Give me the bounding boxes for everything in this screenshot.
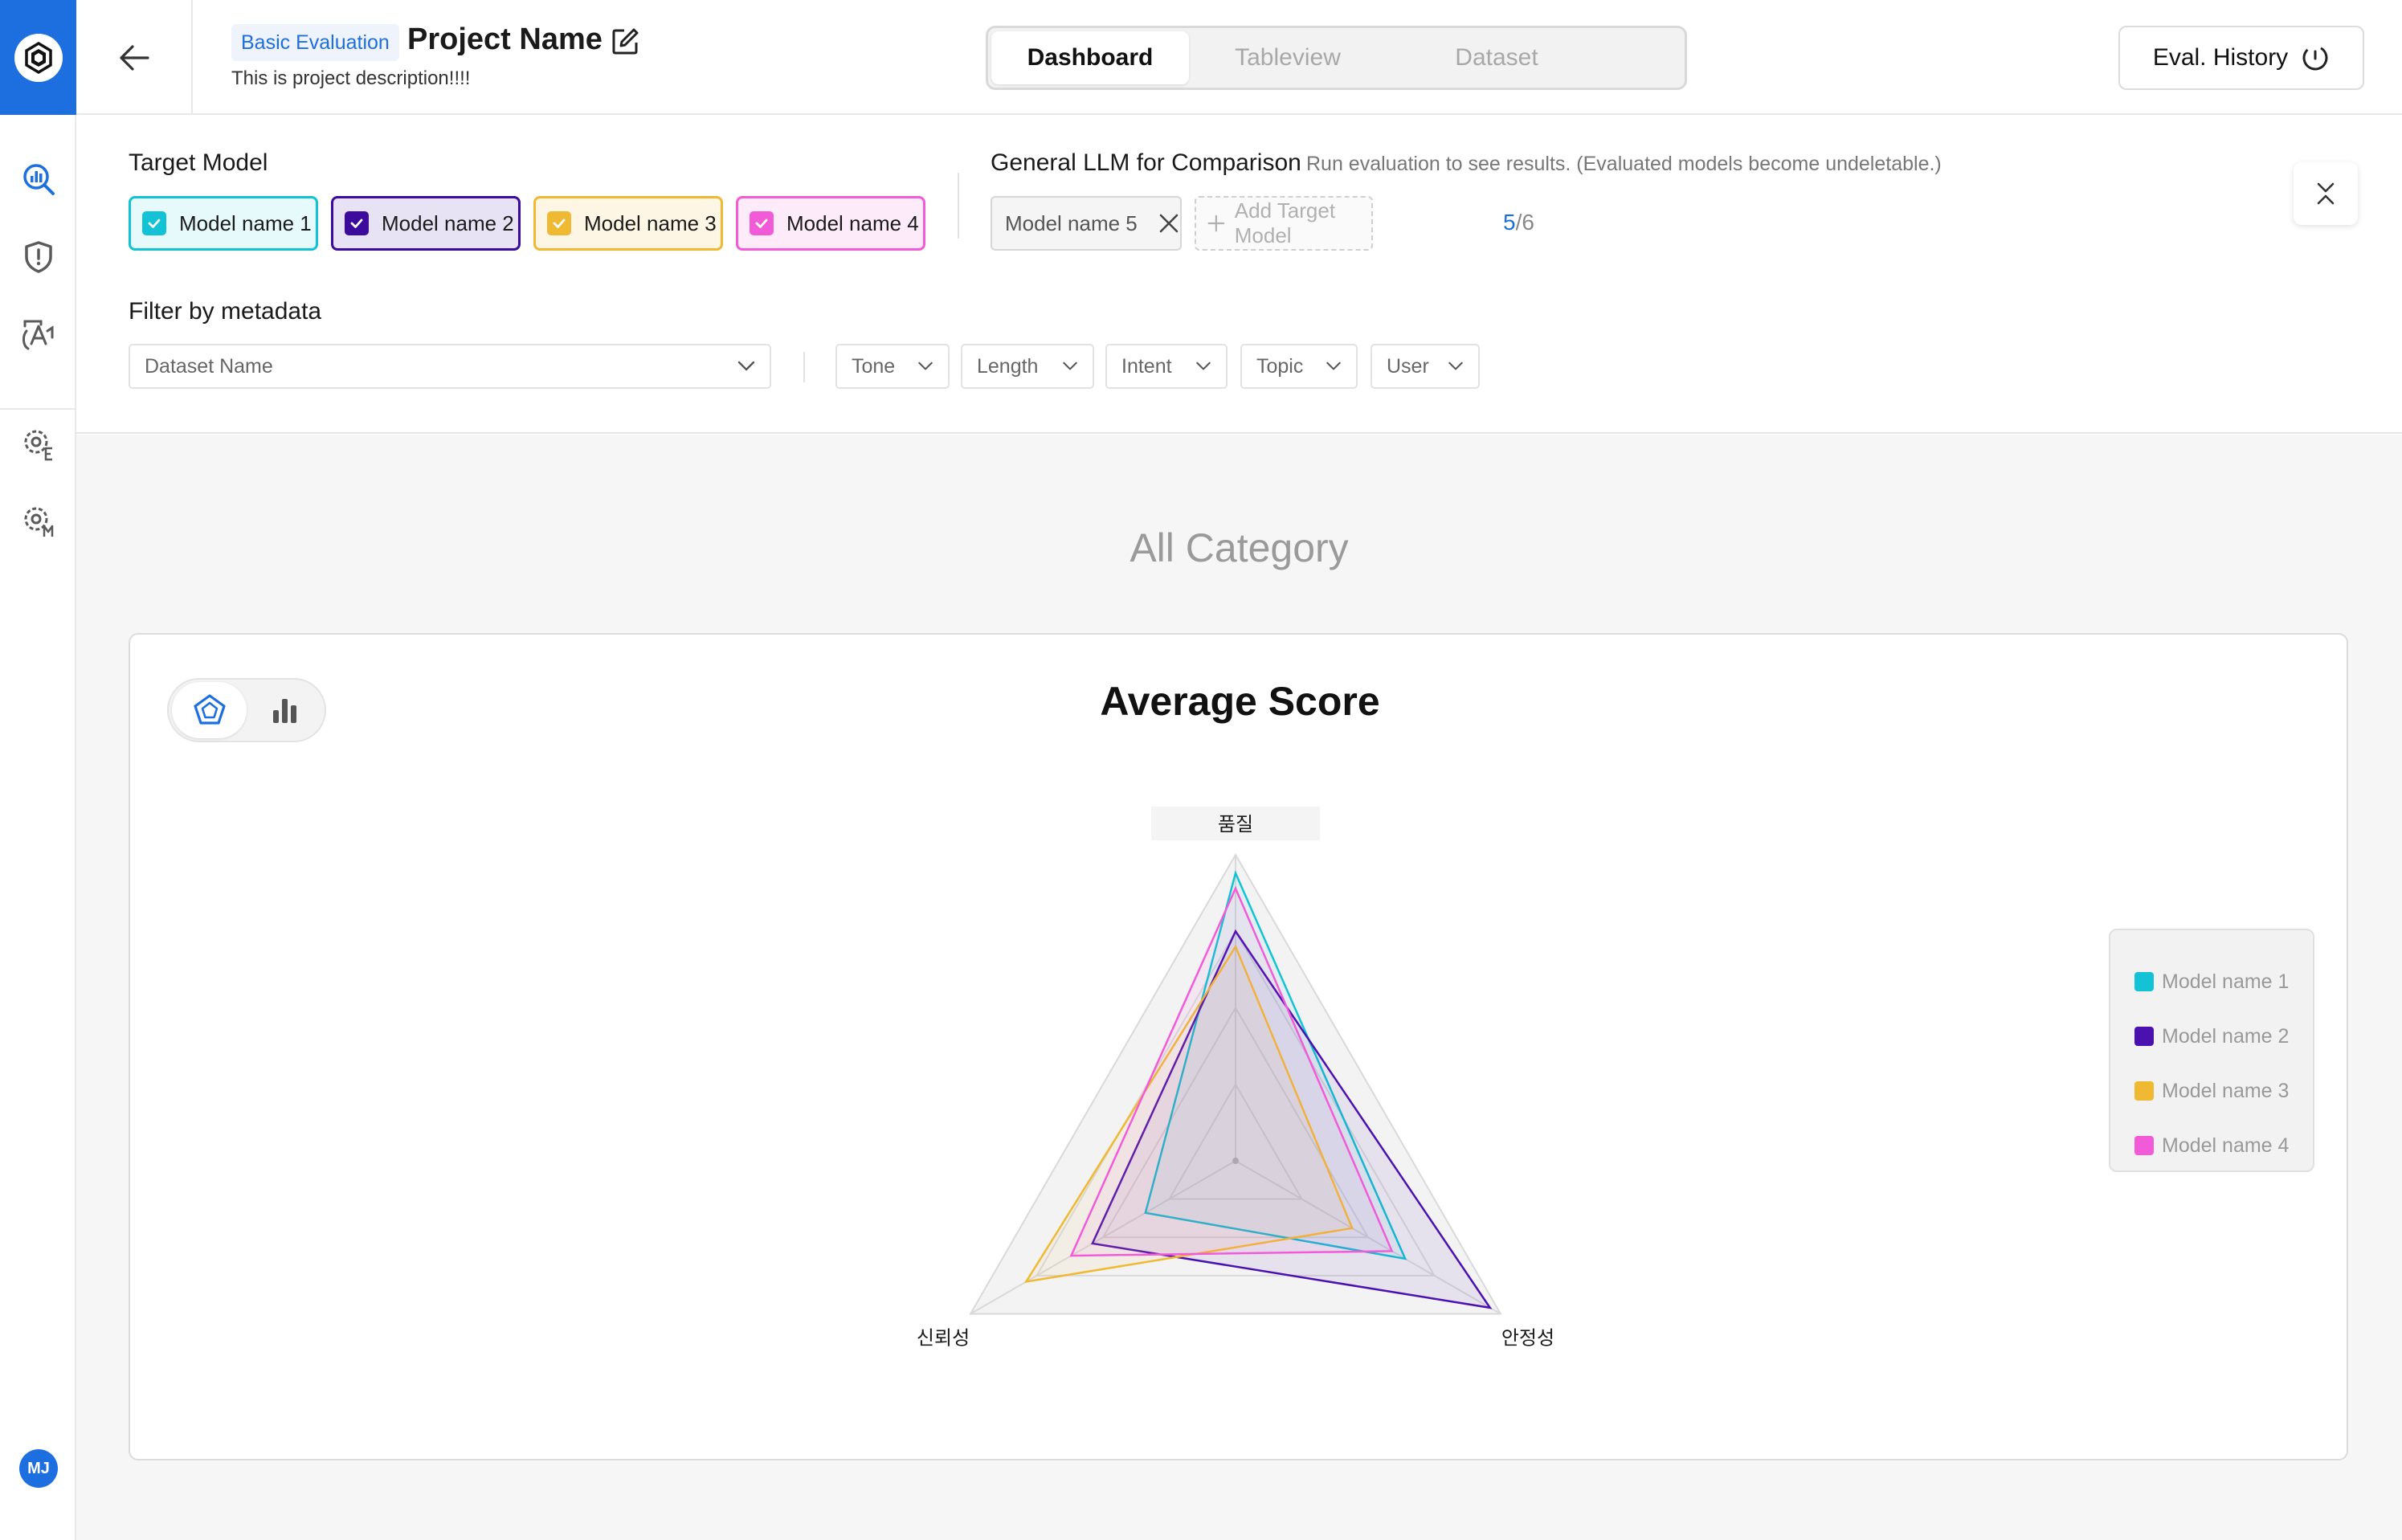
project-title: Project Name <box>407 22 603 56</box>
legend-item[interactable]: Model name 3 <box>2134 1064 2313 1118</box>
tab-dashboard[interactable]: Dashboard <box>991 31 1189 84</box>
legend-swatch <box>2134 972 2154 991</box>
shield-alert-icon <box>24 241 52 273</box>
comparison-model-label: Model name 5 <box>1005 210 1138 235</box>
radar-axis-label: 신뢰성 <box>917 1327 970 1350</box>
model-chip-label: Model name 1 <box>179 210 312 235</box>
dashboard-content: All Category 품질 안정성 신뢰성 Average Score Mo… <box>76 435 2402 1540</box>
sidebar-item-safety[interactable] <box>0 229 76 285</box>
sidebar-item-settings-m[interactable] <box>0 493 76 549</box>
chevron-down-icon <box>1196 362 1211 370</box>
legend-item[interactable]: Model name 1 <box>2134 954 2313 1009</box>
radar-chart: 품질안정성 신뢰성 <box>917 807 1554 1350</box>
tab-dataset[interactable]: Dataset <box>1387 31 1607 84</box>
model-count: 5/6 <box>1503 210 1534 235</box>
avatar[interactable]: MJ <box>19 1449 58 1488</box>
legend-swatch <box>2134 1027 2154 1046</box>
eval-history-button[interactable]: Eval. History <box>2118 26 2364 90</box>
model-chip-label: Model name 4 <box>786 210 919 235</box>
comparison-hint: Run evaluation to see results. (Evaluate… <box>1306 153 1942 175</box>
model-chip-3[interactable]: Model name 3 <box>533 196 723 251</box>
analytics-icon <box>22 164 55 195</box>
legend-label: Model name 4 <box>2162 1134 2290 1157</box>
add-target-model-button[interactable]: Add Target Model <box>1195 196 1373 251</box>
checkbox-icon[interactable] <box>547 211 571 235</box>
filter-intent-label: Intent <box>1121 354 1172 378</box>
model-chip-label: Model name 3 <box>584 210 717 235</box>
filter-length[interactable]: Length <box>961 344 1094 389</box>
chevron-down-icon <box>918 362 933 370</box>
sidebar-item-analytics[interactable] <box>0 151 76 207</box>
filter-divider <box>803 352 805 382</box>
sidebar-item-settings-e[interactable] <box>0 416 76 472</box>
model-count-total: /6 <box>1515 210 1534 235</box>
app-logo[interactable] <box>0 0 76 115</box>
filter-tone-label: Tone <box>852 354 896 378</box>
chevron-down-icon <box>1063 362 1077 370</box>
sidebar-item-translate[interactable] <box>0 306 76 362</box>
history-icon <box>2302 45 2328 71</box>
collapse-icon <box>2317 182 2335 205</box>
back-button[interactable] <box>76 0 193 115</box>
logo-icon <box>14 33 63 82</box>
legend-label: Model name 1 <box>2162 970 2290 993</box>
comparison-label: General LLM for Comparison <box>991 149 1301 176</box>
filter-label: Filter by metadata <box>129 298 322 325</box>
chart-title: Average Score <box>1100 679 1380 724</box>
legend-swatch <box>2134 1081 2154 1101</box>
sidebar: MJ <box>0 0 76 1540</box>
settings-m-icon <box>24 507 53 537</box>
dataset-name-placeholder: Dataset Name <box>145 354 273 378</box>
model-chip-1[interactable]: Model name 1 <box>129 196 318 251</box>
filter-tone[interactable]: Tone <box>835 344 950 389</box>
comparison-model-chip[interactable]: Model name 5 <box>991 196 1182 251</box>
plus-icon <box>1207 214 1225 232</box>
collapse-button[interactable] <box>2294 162 2358 225</box>
filter-topic[interactable]: Topic <box>1240 344 1358 389</box>
checkbox-icon[interactable] <box>142 211 166 235</box>
model-chip-label: Model name 2 <box>382 210 514 235</box>
filter-length-label: Length <box>977 354 1039 378</box>
chevron-down-icon <box>737 361 755 371</box>
checkbox-icon[interactable] <box>345 211 369 235</box>
legend-label: Model name 2 <box>2162 1024 2290 1048</box>
sidebar-divider <box>0 408 76 410</box>
add-target-model-label: Add Target Model <box>1234 198 1336 247</box>
model-count-current: 5 <box>1503 210 1516 235</box>
legend-swatch <box>2134 1136 2154 1155</box>
dataset-name-select[interactable]: Dataset Name <box>129 344 771 389</box>
close-icon[interactable] <box>1158 213 1179 234</box>
filter-intent[interactable]: Intent <box>1105 344 1228 389</box>
chart-card: 품질 안정성 신뢰성 Average Score Model name 1 Mo… <box>129 633 2348 1460</box>
model-chip-2[interactable]: Model name 2 <box>331 196 521 251</box>
chevron-down-icon <box>1448 362 1463 370</box>
eval-history-label: Eval. History <box>2152 44 2289 71</box>
filter-panel: Target Model Model name 1 Model name 2 M… <box>76 115 2402 434</box>
evaluation-type-badge: Basic Evaluation <box>231 24 399 61</box>
tab-tableview[interactable]: Tableview <box>1189 31 1387 84</box>
arrow-left-icon <box>119 44 149 71</box>
chart-legend: Model name 1 Model name 2 Model name 3 M… <box>2109 929 2314 1172</box>
translate-icon <box>22 320 53 350</box>
target-model-label: Target Model <box>129 149 268 176</box>
edit-icon[interactable] <box>611 27 639 60</box>
filter-user[interactable]: User <box>1371 344 1480 389</box>
project-description: This is project description!!!! <box>231 67 471 89</box>
view-tabs: Dashboard Tableview Dataset <box>986 26 1687 90</box>
legend-label: Model name 3 <box>2162 1079 2290 1102</box>
radar-axis-label: 안정성 <box>1501 1327 1554 1350</box>
settings-e-icon <box>24 430 52 461</box>
checkbox-icon[interactable] <box>750 211 774 235</box>
section-divider <box>958 173 959 239</box>
chevron-down-icon <box>1326 362 1341 370</box>
radar-axis-label: 품질 <box>1218 813 1253 835</box>
top-header: Basic Evaluation Project Name This is pr… <box>76 0 2402 115</box>
legend-item[interactable]: Model name 4 <box>2134 1118 2313 1173</box>
model-chip-4[interactable]: Model name 4 <box>736 196 925 251</box>
legend-item[interactable]: Model name 2 <box>2134 1009 2313 1064</box>
filter-user-label: User <box>1387 354 1429 378</box>
category-title: All Category <box>1130 525 1349 570</box>
filter-topic-label: Topic <box>1256 354 1304 378</box>
